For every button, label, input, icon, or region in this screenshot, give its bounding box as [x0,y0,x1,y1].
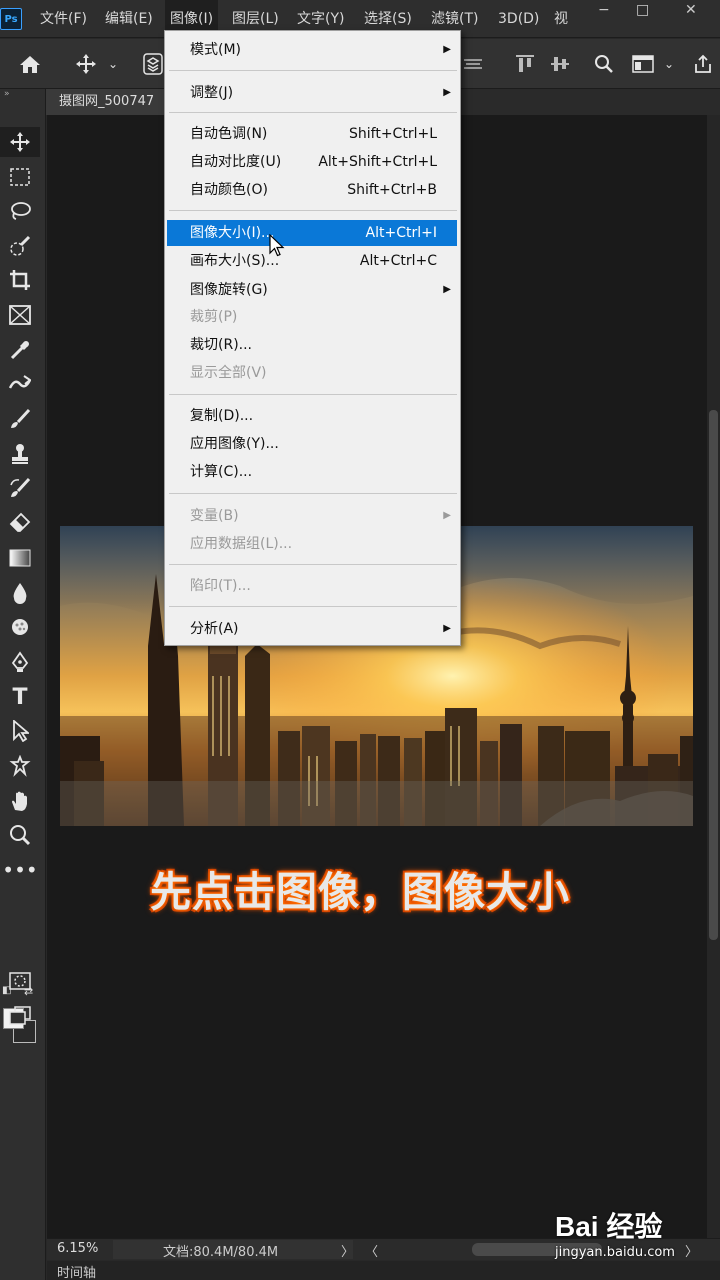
watermark-logo: Bai 经验 [555,1211,663,1242]
dodge-tool-icon[interactable] [0,612,40,642]
vertical-scrollbar[interactable] [707,115,720,1238]
menu-separator [169,564,457,565]
screen-mode-icon[interactable] [0,1001,40,1031]
more-tools-icon[interactable]: ••• [0,855,40,885]
menu-separator [169,112,457,113]
align-vcenter-icon[interactable] [548,39,572,89]
menu-item-canvas-size[interactable]: 画布大小(S)... Alt+Ctrl+C [167,248,457,274]
submenu-arrow-icon: ▶ [443,87,451,98]
status-menu-arrow[interactable]: 〉 [341,1241,354,1260]
image-menu-dropdown: 模式(M) ▶ 调整(J) ▶ 自动色调(N) Shift+Ctrl+L 自动对比度(… [164,30,461,646]
menu-item-mode[interactable]: 模式(M) ▶ [167,37,457,63]
document-size-info[interactable]: 文档:80.4M/80.4M [163,1241,278,1260]
share-icon[interactable] [690,39,716,89]
move-icon[interactable] [72,39,100,89]
distribute-icon[interactable] [461,39,485,89]
crop-tool-icon[interactable] [0,265,40,295]
menu-separator [169,606,457,607]
photoshop-window: Ps 文件(F) 编辑(E) 图像(I) 图层(L) 文字(Y) 选择(S) 滤… [0,0,720,1280]
marquee-tool-icon[interactable] [0,162,40,192]
workspace-icon[interactable] [630,39,656,89]
menu-item-trap: 陷印(T)... [190,578,251,594]
zoom-tool-icon[interactable] [0,820,40,850]
type-tool-icon[interactable]: T [0,682,40,712]
blur-tool-icon[interactable] [0,578,40,608]
menu-item-image-size[interactable]: 图像大小(I)... Alt+Ctrl+I [167,220,457,246]
quick-mask-icon[interactable] [0,966,40,996]
menu-item-image-rotation[interactable]: 图像旋转(G) ▶ [167,277,457,303]
stamp-tool-icon[interactable] [0,439,40,469]
menu-item-auto-tone[interactable]: 自动色调(N) Shift+Ctrl+L [167,121,457,147]
eyedropper-tool-icon[interactable] [0,335,40,365]
lasso-tool-icon[interactable] [0,196,40,226]
menu-item-apply-image[interactable]: 应用图像(Y)... [167,431,457,457]
healing-tool-icon[interactable] [0,369,40,399]
shape-tool-icon[interactable] [0,751,40,781]
close-button[interactable]: ✕ [685,2,697,18]
align-top-icon[interactable] [513,39,537,89]
home-icon[interactable] [15,39,45,89]
menu-item-reveal-all: 显示全部(V) [190,365,267,381]
menu-separator [169,70,457,71]
menu-item-trim[interactable]: 裁切(R)... [167,332,457,358]
menu-separator [169,394,457,395]
brush-tool-icon[interactable] [0,404,40,434]
watermark-url: jingyan.baidu.com [555,1245,675,1260]
menu-item-auto-color[interactable]: 自动颜色(O) Shift+Ctrl+B [167,177,457,203]
scroll-left-arrow[interactable]: 〈 [365,1241,378,1260]
gradient-tool-icon[interactable] [0,543,40,573]
chevron-down-icon[interactable]: ⌄ [104,39,122,89]
chevron-down-icon[interactable]: ⌄ [662,39,676,89]
menu-item-calculations[interactable]: 计算(C)... [167,459,457,485]
menu-item-adjustments[interactable]: 调整(J) ▶ [167,80,457,106]
mouse-cursor-icon [269,233,285,262]
document-tab[interactable]: 摄图网_500747 [46,89,171,115]
zoom-level[interactable]: 6.15% [57,1241,98,1256]
hand-tool-icon[interactable] [0,786,40,816]
maximize-button[interactable]: □ [636,2,649,18]
instruction-caption: 先点击图像，图像大小 [150,868,570,916]
submenu-arrow-icon: ▶ [443,284,451,295]
menu-edit[interactable]: 编辑(E) [100,0,158,38]
menu-item-crop: 裁剪(P) [190,309,238,325]
collapse-panel-icon[interactable]: » [4,89,10,99]
eraser-tool-icon[interactable] [0,508,40,538]
menu-view[interactable]: 视 [549,0,573,38]
menu-item-auto-contrast[interactable]: 自动对比度(U) Alt+Shift+Ctrl+L [167,149,457,175]
minimize-button[interactable]: − [598,2,610,18]
menu-item-duplicate[interactable]: 复制(D)... [167,403,457,429]
pen-tool-icon[interactable] [0,647,40,677]
menu-file[interactable]: 文件(F) [35,0,92,38]
menu-separator [169,493,457,494]
photoshop-logo: Ps [0,8,22,30]
submenu-arrow-icon: ▶ [443,44,451,55]
move-tool-icon[interactable] [0,127,40,157]
timeline-label[interactable]: 时间轴 [57,1262,96,1280]
search-icon[interactable] [591,39,617,89]
path-select-tool-icon[interactable] [0,716,40,746]
menu-item-analysis[interactable]: 分析(A) ▶ [167,616,457,642]
submenu-arrow-icon: ▶ [443,510,451,521]
quick-select-tool-icon[interactable] [0,231,40,261]
baidu-watermark: Bai 经验 jingyan.baidu.com [555,1205,715,1265]
tools-panel: » T ••• ◧ ⇄ [0,89,46,1280]
menu-3d[interactable]: 3D(D) [493,0,544,38]
menu-separator [169,210,457,211]
layers-icon[interactable] [140,39,166,89]
history-brush-tool-icon[interactable] [0,473,40,503]
submenu-arrow-icon: ▶ [443,623,451,634]
menu-item-apply-data-set: 应用数据组(L)... [190,536,293,552]
vertical-scroll-thumb[interactable] [709,410,718,940]
menu-item-variables: 变量(B) ▶ [167,503,457,529]
frame-tool-icon[interactable] [0,300,40,330]
